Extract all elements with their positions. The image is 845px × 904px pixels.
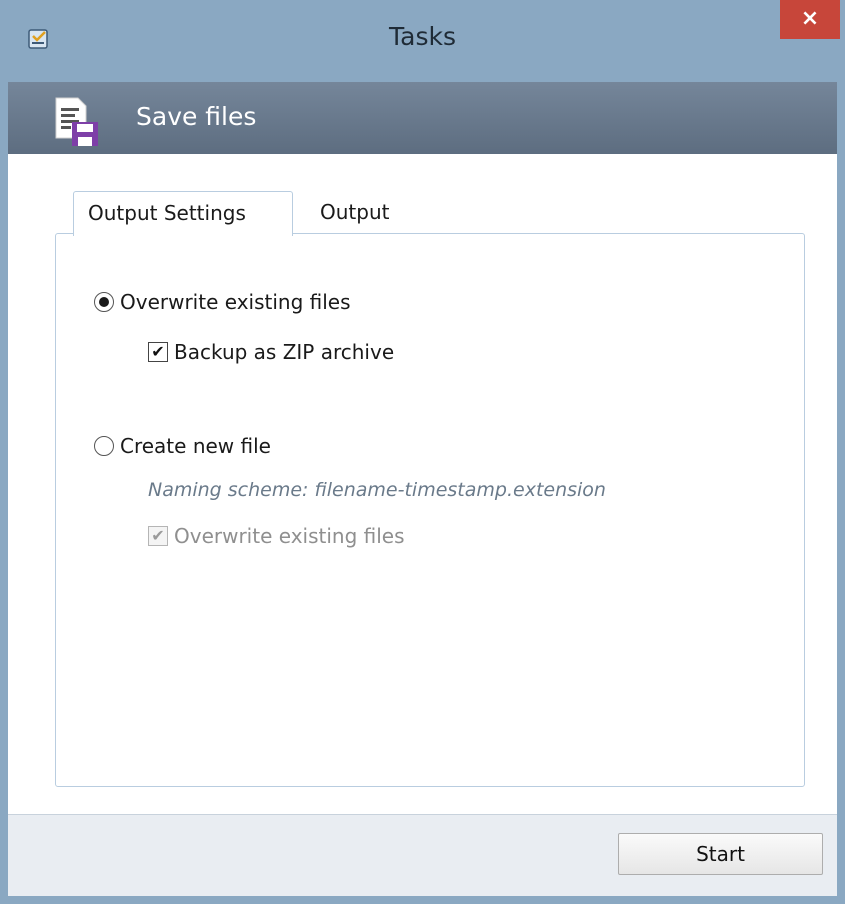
- overwrite-radio-option[interactable]: Overwrite existing files: [94, 290, 351, 314]
- overwrite-new-option: ✔ Overwrite existing files: [148, 524, 405, 548]
- title-bar[interactable]: Tasks ×: [0, 0, 845, 82]
- checkmark-icon: ✔: [151, 342, 165, 361]
- close-icon: ×: [800, 6, 820, 31]
- naming-scheme-text: Naming scheme: filename-timestamp.extens…: [148, 479, 606, 501]
- window-title: Tasks: [389, 22, 456, 51]
- checkmark-icon: ✔: [151, 526, 165, 545]
- create-new-label: Create new file: [120, 434, 271, 458]
- tasks-window: Tasks × Save files Output Settings Outpu…: [0, 0, 845, 904]
- start-button[interactable]: Start: [618, 833, 823, 875]
- overwrite-radio[interactable]: [94, 292, 114, 312]
- tab-output-settings[interactable]: Output Settings: [73, 191, 293, 236]
- footer-bar: Start: [8, 814, 837, 896]
- overwrite-new-label: Overwrite existing files: [174, 524, 405, 548]
- content-area: Output Settings Output Overwrite existin…: [8, 154, 837, 814]
- close-button[interactable]: ×: [780, 0, 840, 39]
- backup-zip-label: Backup as ZIP archive: [174, 340, 395, 364]
- create-new-radio[interactable]: [94, 436, 114, 456]
- backup-zip-option[interactable]: ✔ Backup as ZIP archive: [148, 340, 394, 364]
- header-title: Save files: [136, 102, 257, 131]
- create-new-radio-option[interactable]: Create new file: [94, 434, 271, 458]
- backup-zip-checkbox[interactable]: ✔: [148, 342, 168, 362]
- overwrite-new-checkbox: ✔: [148, 526, 168, 546]
- tab-output[interactable]: Output: [306, 191, 403, 233]
- output-settings-panel: Overwrite existing files ✔ Backup as ZIP…: [55, 233, 805, 787]
- header-band: Save files: [8, 82, 837, 154]
- overwrite-label: Overwrite existing files: [120, 290, 351, 314]
- save-files-icon: [55, 97, 98, 146]
